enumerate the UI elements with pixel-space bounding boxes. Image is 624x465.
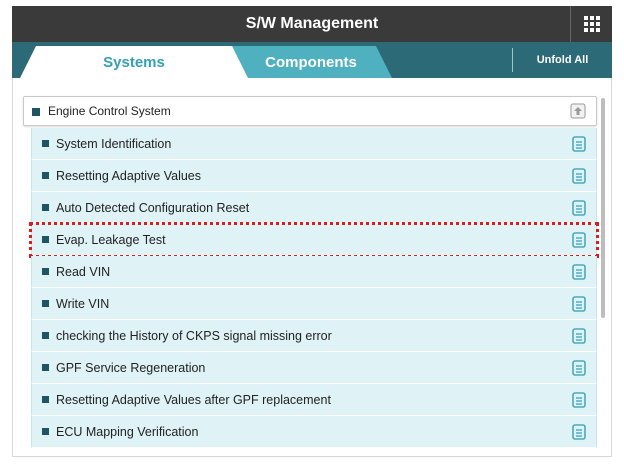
- list-item-label: ECU Mapping Verification: [56, 425, 199, 439]
- title-bar: S/W Management: [12, 6, 612, 42]
- list-item[interactable]: Read VIN: [31, 256, 597, 288]
- list-item[interactable]: Resetting Adaptive Values: [31, 160, 597, 192]
- group-header-engine-control-system[interactable]: Engine Control System: [23, 96, 597, 126]
- list-item[interactable]: Auto Detected Configuration Reset: [31, 192, 597, 224]
- systems-panel: Engine Control System System Identificat…: [12, 78, 612, 457]
- list-item-label: Resetting Adaptive Values: [56, 169, 202, 183]
- group-label: Engine Control System: [48, 104, 171, 118]
- list-item[interactable]: Write VIN: [31, 288, 597, 320]
- list-item-label: GPF Service Regeneration: [56, 361, 206, 375]
- bullet-icon: [42, 204, 49, 211]
- list-item[interactable]: Resetting Adaptive Values after GPF repl…: [31, 384, 597, 416]
- document-icon[interactable]: [572, 360, 586, 376]
- list-item-label: Auto Detected Configuration Reset: [56, 201, 250, 215]
- grid-menu-icon: [583, 16, 600, 32]
- bullet-icon: [42, 236, 49, 243]
- document-icon[interactable]: [572, 232, 586, 248]
- window-title: S/W Management: [245, 15, 379, 32]
- list-item[interactable]: ECU Mapping Verification: [31, 416, 597, 448]
- document-icon[interactable]: [572, 424, 586, 440]
- tab-bar: Components Systems Unfold All: [12, 42, 612, 78]
- bullet-icon: [42, 300, 49, 307]
- vertical-scrollbar[interactable]: [601, 98, 605, 318]
- tab-systems[interactable]: Systems: [20, 46, 248, 78]
- bullet-icon: [42, 140, 49, 147]
- list-item[interactable]: GPF Service Regeneration: [31, 352, 597, 384]
- function-list: System Identification Resetting Adaptive…: [29, 128, 599, 448]
- collapse-up-icon[interactable]: [570, 103, 586, 119]
- bullet-icon: [42, 396, 49, 403]
- document-icon[interactable]: [572, 328, 586, 344]
- list-item-label: Write VIN: [56, 297, 110, 311]
- unfold-all-button[interactable]: Unfold All: [512, 48, 612, 72]
- bullet-icon: [42, 332, 49, 339]
- list-item[interactable]: System Identification: [31, 128, 597, 160]
- document-icon[interactable]: [572, 168, 586, 184]
- list-item-label: checking the History of CKPS signal miss…: [56, 329, 332, 343]
- list-item-label: System Identification: [56, 137, 172, 151]
- document-icon[interactable]: [572, 136, 586, 152]
- grid-menu-button[interactable]: [570, 6, 612, 42]
- list-item-label: Resetting Adaptive Values after GPF repl…: [56, 393, 331, 407]
- list-item-highlighted[interactable]: Evap. Leakage Test: [29, 222, 599, 258]
- bullet-icon: [42, 364, 49, 371]
- bullet-icon: [42, 428, 49, 435]
- bullet-icon: [42, 268, 49, 275]
- list-item-label: Read VIN: [56, 265, 111, 279]
- document-icon[interactable]: [572, 296, 586, 312]
- document-icon[interactable]: [572, 264, 586, 280]
- document-icon[interactable]: [572, 392, 586, 408]
- bullet-icon: [42, 172, 49, 179]
- tab-components[interactable]: Components: [230, 46, 392, 78]
- document-icon[interactable]: [572, 200, 586, 216]
- list-item-label: Evap. Leakage Test: [56, 233, 166, 247]
- bullet-icon: [32, 108, 40, 116]
- list-item[interactable]: checking the History of CKPS signal miss…: [31, 320, 597, 352]
